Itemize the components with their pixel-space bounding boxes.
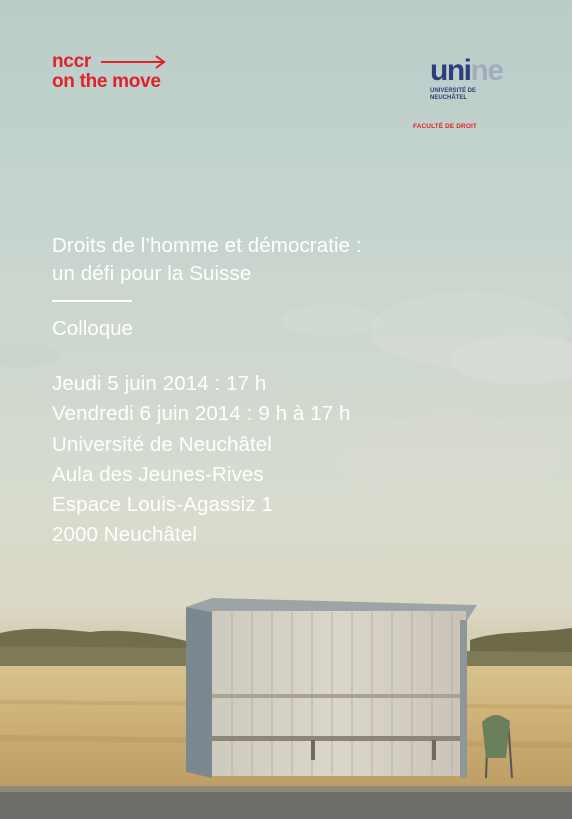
event-type: Colloque — [52, 317, 133, 340]
nccr-logo-word: nccr — [52, 51, 91, 72]
event-title-line-2: un défi pour la Suisse — [52, 262, 252, 285]
event-info: Jeudi 5 juin 2014 : 17 h Vendredi 6 juin… — [52, 369, 492, 551]
venue-city: 2000 Neuchâtel — [52, 523, 198, 547]
venue-street: Espace Louis-Agassiz 1 — [52, 493, 273, 517]
nccr-logo: nccr on the move — [52, 52, 167, 92]
unine-logo: unine UNIVERSITÉ DE NEUCHÂTEL — [430, 54, 505, 102]
unine-logo-part2: ne — [470, 54, 505, 87]
arrow-right-icon — [100, 55, 166, 69]
event-text-block: Droits de l’homme et démocratie : un déf… — [52, 232, 492, 551]
event-title-line-1: Droits de l’homme et démocratie : — [52, 234, 362, 257]
divider — [52, 300, 132, 302]
unine-logo-word: unine — [430, 54, 505, 87]
unine-logo-subtitle: UNIVERSITÉ DE NEUCHÂTEL — [430, 88, 490, 102]
event-date-1: Jeudi 5 juin 2014 : 17 h — [52, 372, 267, 395]
venue-institution: Université de Neuchâtel — [52, 432, 272, 456]
unine-logo-part1: uni — [430, 54, 472, 87]
poster: nccr on the move unine UNIVERSITÉ DE NEU… — [0, 0, 572, 819]
faculty-label: FACULTÉ DE DROIT — [413, 123, 477, 130]
event-date-2: Vendredi 6 juin 2014 : 9 h à 17 h — [52, 402, 351, 426]
unine-sub-line2: NEUCHÂTEL — [430, 95, 467, 101]
venue-hall: Aula des Jeunes-Rives — [52, 462, 264, 486]
unine-sub-line1: UNIVERSITÉ DE — [430, 88, 477, 94]
nccr-logo-tagline: on the move — [52, 71, 161, 92]
